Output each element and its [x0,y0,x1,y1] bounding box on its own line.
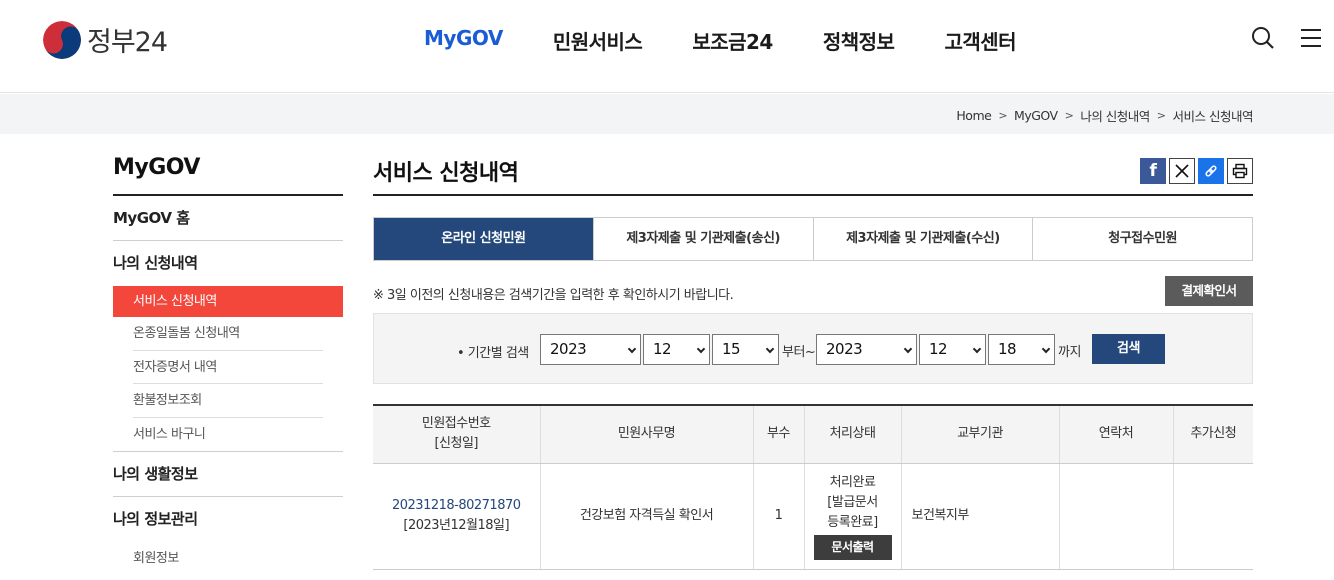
payment-receipt-button[interactable]: 결제확인서 [1165,276,1253,306]
period-search-box: • 기간별 검색 2023 12 15 부터~ 2023 12 18 까지 검색 [373,313,1253,384]
x-icon[interactable] [1169,158,1195,184]
nav-civil-service[interactable]: 민원서비스 [553,26,643,55]
cell-status: 처리완료 [발급문서 등록완료] 문서출력 [804,463,902,570]
cell-service-name: 건강보험 자격득실 확인서 [540,463,754,570]
taegeuk-logo-icon [43,20,81,59]
breadcrumb: Home > MyGOV > 나의 신청내역 > 서비스 신청내역 [956,106,1253,125]
sidebar-subitem-service-applications[interactable]: 서비스 신청내역 [113,286,343,317]
col-receipt-no: 민원접수번호 [신청일] [373,405,541,464]
table-header-row: 민원접수번호 [신청일] 민원사무명 부수 처리상태 교부기관 연락처 추가신청 [373,405,1253,464]
table-row: 20231218-80271870 [2023년12월18일] 건강보험 자격득… [373,463,1253,570]
tab-third-party-received[interactable]: 제3자제출 및 기관제출(수신) [814,218,1034,260]
col-service-name: 민원사무명 [540,405,754,464]
from-month-select[interactable]: 12 [643,334,710,365]
sidebar-subitem-allday-care[interactable]: 온종일돌봄 신청내역 [133,317,323,351]
sidebar-subitem-service-cart[interactable]: 서비스 바구니 [133,418,323,452]
sidebar-title: MyGOV [113,155,343,196]
from-suffix: 부터~ [782,345,816,360]
chevron-down-icon [765,344,775,354]
sidebar-submenu-info: 회원정보 [113,542,343,576]
print-document-button[interactable]: 문서출력 [813,534,892,560]
chevron-down-icon [696,344,706,354]
breadcrumb-bar: Home > MyGOV > 나의 신청내역 > 서비스 신청내역 [0,94,1334,134]
chevron-down-icon [627,344,637,354]
chevron-right-icon: > [998,109,1008,122]
application-date: [2023년12월18일] [403,518,510,533]
nav-customer-center[interactable]: 고객센터 [944,26,1016,55]
sidebar-submenu-applications: 서비스 신청내역 온종일돌봄 신청내역 전자증명서 내역 환불정보조회 서비스 … [113,286,343,452]
col-agency: 교부기관 [901,405,1060,464]
search-button[interactable]: 검색 [1092,334,1165,364]
nav-mygov[interactable]: MyGOV [424,26,503,55]
to-suffix: 까지 [1058,345,1081,360]
main-content: 서비스 신청내역 f 온라인 신청민원 제3자제출 및 기관제출(송신) 제3자… [373,155,1253,570]
tab-third-party-sent[interactable]: 제3자제출 및 기관제출(송신) [594,218,814,260]
breadcrumb-applications[interactable]: 나의 신청내역 [1080,106,1150,125]
col-status: 처리상태 [804,405,902,464]
site-header: 정부24 MyGOV 민원서비스 보조금24 정책정보 고객센터 [0,0,1334,93]
notice-text: ※ 3일 이전의 신청내용은 검색기간을 입력한 후 확인하시기 바랍니다. [373,288,734,303]
col-contact: 연락처 [1059,405,1174,464]
sidebar-subitem-e-certificates[interactable]: 전자증명서 내역 [133,351,323,384]
sidebar: MyGOV MyGOV 홈 나의 신청내역 서비스 신청내역 온종일돌봄 신청내… [113,155,343,576]
receipt-number-link[interactable]: 20231218-80271870 [392,498,521,513]
cell-copies: 1 [753,463,805,570]
search-icon[interactable] [1251,26,1275,50]
sidebar-subitem-refund-info[interactable]: 환불정보조회 [133,384,323,418]
link-icon[interactable] [1198,158,1224,184]
facebook-icon[interactable]: f [1140,158,1166,184]
main-nav: MyGOV 민원서비스 보조금24 정책정보 고객센터 [424,26,1066,55]
chevron-right-icon: > [1064,109,1074,122]
logo[interactable]: 정부24 [43,20,168,59]
menu-icon[interactable] [1299,26,1323,50]
chevron-right-icon: > [1156,109,1166,122]
share-toolbar: f [1140,158,1253,184]
sidebar-item-life-info[interactable]: 나의 생활정보 [113,452,343,497]
sidebar-subitem-member-info[interactable]: 회원정보 [133,542,323,576]
cell-extra [1173,463,1253,570]
chevron-down-icon [1041,344,1051,354]
breadcrumb-home[interactable]: Home [956,108,991,123]
applications-table: 민원접수번호 [신청일] 민원사무명 부수 처리상태 교부기관 연락처 추가신청… [373,404,1253,570]
cell-contact [1059,463,1174,570]
cell-receipt-no: 20231218-80271870 [2023년12월18일] [373,463,541,570]
to-month-select[interactable]: 12 [919,334,986,365]
to-year-select[interactable]: 2023 [816,334,917,365]
chevron-down-icon [903,344,913,354]
sidebar-item-mygov-home[interactable]: MyGOV 홈 [113,196,343,241]
logo-text: 정부24 [87,27,168,58]
from-year-select[interactable]: 2023 [540,334,641,365]
to-day-select[interactable]: 18 [988,334,1055,365]
col-copies: 부수 [753,405,805,464]
nav-subsidy24[interactable]: 보조금24 [692,26,773,55]
application-tabs: 온라인 신청민원 제3자제출 및 기관제출(송신) 제3자제출 및 기관제출(수… [373,217,1253,261]
tab-online-applications[interactable]: 온라인 신청민원 [374,218,594,260]
page-title: 서비스 신청내역 [373,155,1253,196]
nav-policy-info[interactable]: 정책정보 [823,26,895,55]
cell-agency: 보건복지부 [901,463,1060,570]
chevron-down-icon [972,344,982,354]
print-icon[interactable] [1227,158,1253,184]
tab-claim-applications[interactable]: 청구접수민원 [1033,218,1252,260]
sidebar-item-my-applications[interactable]: 나의 신청내역 [113,241,343,286]
from-day-select[interactable]: 15 [712,334,779,365]
period-search-label: • 기간별 검색 [457,346,529,361]
breadcrumb-current: 서비스 신청내역 [1172,109,1254,124]
sidebar-item-info-management[interactable]: 나의 정보관리 [113,497,343,542]
breadcrumb-mygov[interactable]: MyGOV [1014,108,1058,123]
col-extra: 추가신청 [1173,405,1253,464]
